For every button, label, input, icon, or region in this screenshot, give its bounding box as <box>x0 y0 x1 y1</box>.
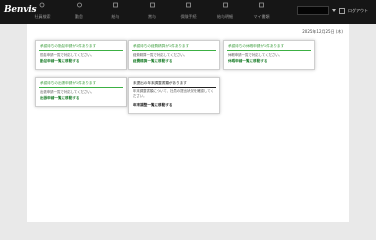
folder-icon <box>259 2 264 8</box>
nav-label: マイ書類 <box>253 14 270 19</box>
gift-icon <box>149 2 155 8</box>
nav-label: 賞与 <box>148 14 156 19</box>
card-divider <box>132 50 216 51</box>
notification-card: 承認待ちの勤怠申請が1件あります 勤怠申請一覧で対応してください。 勤怠申請一覧… <box>35 40 127 70</box>
card-description: 経費精算一覧で対応してください。 <box>133 53 188 57</box>
nav-item-employee-search[interactable]: 社員検索 <box>30 0 55 24</box>
notification-card: 未提出の年末調整書類があります 年末調整書類について、社員の提出状況を確認してく… <box>128 77 220 114</box>
card-link[interactable]: 休暇申請一覧に移動する <box>228 59 268 64</box>
nav-item-bonus[interactable]: 賞与 <box>140 0 165 24</box>
top-bar: Benvis 社員検索 勤怠 給与 賞与 保険手続 給与明細 マイ書類 ログアウ… <box>0 0 376 24</box>
card-divider <box>132 87 216 88</box>
search-icon <box>39 2 45 8</box>
nav-item-my-documents[interactable]: マイ書類 <box>249 0 274 24</box>
card-title: 未提出の年末調整書類があります <box>133 81 187 85</box>
nav-label: 給与明細 <box>217 14 233 19</box>
card-link[interactable]: 出張申請一覧に移動する <box>40 96 80 101</box>
nav-label: 社員検索 <box>34 14 51 19</box>
document-icon <box>186 2 191 8</box>
card-divider <box>227 50 311 51</box>
card-title: 承認待ちの経費精算が1件あります <box>133 44 190 48</box>
notification-card: 承認待ちの経費精算が1件あります 経費精算一覧で対応してください。 経費精算一覧… <box>128 40 220 70</box>
clock-icon <box>76 2 82 8</box>
payslip-icon <box>222 2 228 8</box>
card-description: 年末調整書類について、社員の提出状況を確認してください。 <box>133 89 214 98</box>
user-menu: ログアウト <box>297 6 368 15</box>
current-date: 2025年12月25日 (木) <box>302 29 343 34</box>
card-title: 承認待ちの出張申請が1件あります <box>40 81 97 85</box>
card-link[interactable]: 年末調整一覧に移動する <box>133 103 173 108</box>
card-description: 出張申請一覧で対応してください。 <box>40 90 95 94</box>
notification-card: 承認待ちの出張申請が1件あります 出張申請一覧で対応してください。 出張申請一覧… <box>35 77 127 107</box>
nav-item-attendance[interactable]: 勤怠 <box>67 0 92 24</box>
card-link[interactable]: 勤怠申請一覧に移動する <box>40 59 80 64</box>
card-description: 勤怠申請一覧で対応してください。 <box>40 53 95 57</box>
main-nav: 社員検索 勤怠 給与 賞与 保険手続 給与明細 マイ書類 <box>30 0 286 24</box>
user-name-box[interactable] <box>297 6 329 15</box>
logout-icon <box>339 7 345 14</box>
logout-link[interactable]: ログアウト <box>348 8 368 14</box>
card-description: 休暇申請一覧で対応してください。 <box>228 53 283 57</box>
chevron-down-icon[interactable] <box>332 9 336 12</box>
nav-item-insurance[interactable]: 保険手続 <box>176 0 201 24</box>
dashboard-panel: 2025年12月25日 (木) 承認待ちの勤怠申請が1件あります 勤怠申請一覧で… <box>27 24 349 222</box>
notification-card: 承認待ちの休暇申請が1件あります 休暇申請一覧で対応してください。 休暇申請一覧… <box>223 40 315 70</box>
nav-label: 給与 <box>111 14 120 19</box>
nav-item-payslip[interactable]: 給与明細 <box>213 0 238 24</box>
card-divider <box>39 87 123 88</box>
card-title: 承認待ちの休暇申請が1件あります <box>228 44 285 48</box>
card-link[interactable]: 経費精算一覧に移動する <box>133 59 173 64</box>
nav-label: 保険手続 <box>180 14 197 19</box>
yen-icon <box>113 2 118 8</box>
nav-label: 勤怠 <box>75 14 83 19</box>
card-title: 承認待ちの勤怠申請が1件あります <box>40 44 97 48</box>
nav-item-payroll[interactable]: 給与 <box>103 0 128 24</box>
card-divider <box>39 50 123 51</box>
